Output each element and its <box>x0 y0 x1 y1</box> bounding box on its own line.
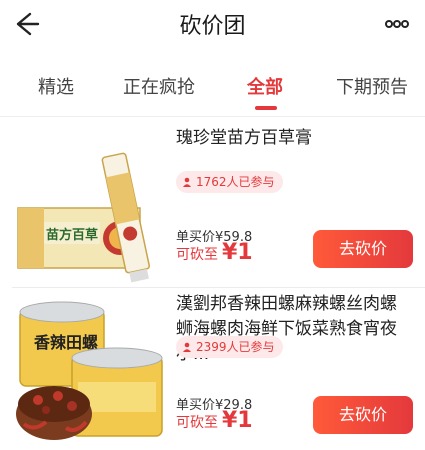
tab-featured[interactable]: 精选 <box>38 73 74 99</box>
person-icon <box>183 342 191 352</box>
product-card[interactable]: 香辣田螺 漢劉邦香辣田螺麻辣螺丝肉螺蛳海螺肉海鲜下饭菜熟食宵夜小... 2399… <box>0 288 425 450</box>
cut-price-label: 可砍至 <box>176 247 218 263</box>
participants-count: 1762人已参与 <box>196 175 275 189</box>
category-tabs: 精选 正在疯抢 全部 下期预告 <box>0 55 425 117</box>
cut-price: 可砍至 ¥1 <box>176 408 253 433</box>
product-card[interactable]: 苗方百草 瑰珍堂苗方百草膏 1762人已参与 单买价¥59.8 可砍至 ¥1 去… <box>0 118 425 288</box>
product-image: 苗方百草 <box>17 152 150 283</box>
product-image: 香辣田螺 <box>16 301 163 440</box>
cut-price-value: ¥1 <box>222 240 253 265</box>
can-label: 香辣田螺 <box>33 333 98 352</box>
cut-price: 可砍至 ¥1 <box>176 240 253 265</box>
participants-badge: 1762人已参与 <box>176 171 283 193</box>
cut-price-label: 可砍至 <box>176 415 218 431</box>
bargain-button[interactable]: 去砍价 <box>313 396 413 434</box>
bargain-button[interactable]: 去砍价 <box>313 230 413 268</box>
more-dots-icon[interactable] <box>383 12 411 36</box>
tab-all[interactable]: 全部 <box>247 73 283 99</box>
participants-count: 2399人已参与 <box>196 340 275 354</box>
tab-next-preview[interactable]: 下期预告 <box>336 73 408 99</box>
active-tab-indicator <box>255 106 277 110</box>
person-icon <box>183 177 191 187</box>
tab-hot-selling[interactable]: 正在疯抢 <box>123 73 195 99</box>
cut-price-value: ¥1 <box>222 408 253 433</box>
top-nav-bar: 砍价团 <box>0 0 425 48</box>
participants-badge: 2399人已参与 <box>176 336 283 358</box>
product-title: 瑰珍堂苗方百草膏 <box>176 128 312 148</box>
page-title: 砍价团 <box>179 14 246 39</box>
box-label: 苗方百草 <box>46 227 98 243</box>
